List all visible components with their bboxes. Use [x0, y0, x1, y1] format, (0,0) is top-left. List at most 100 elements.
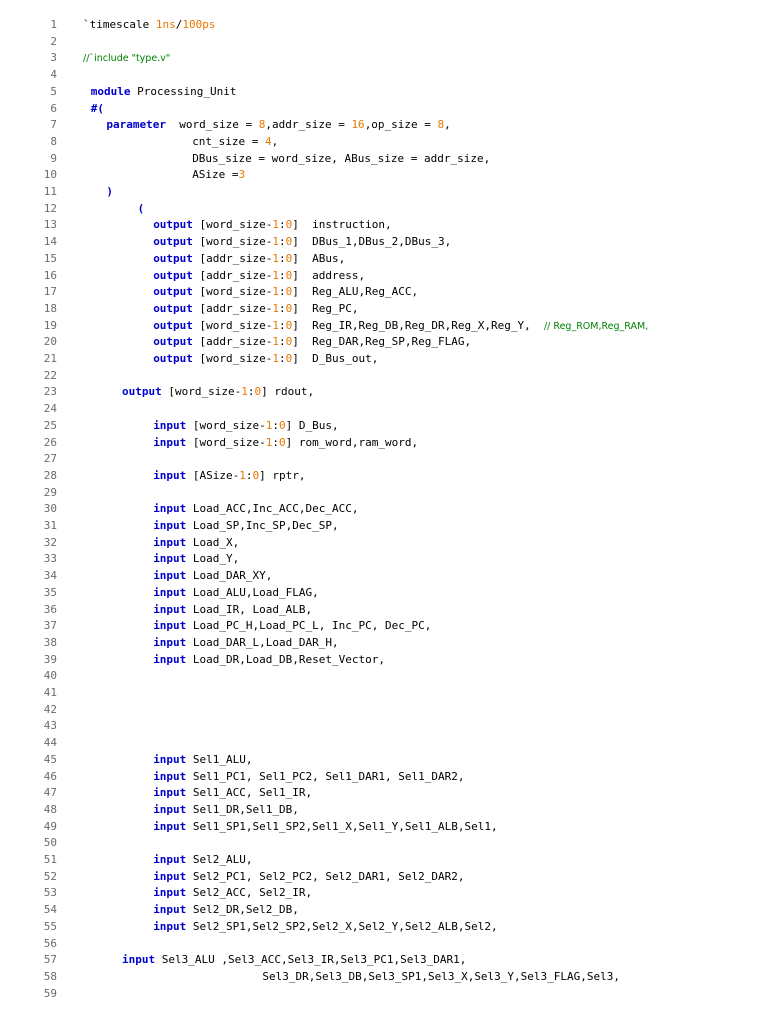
line-number: 23 — [43, 385, 57, 399]
code-token: ] address, — [292, 268, 366, 282]
comment-token: //`include "type.v" — [83, 53, 171, 65]
code-token: : — [279, 268, 286, 282]
line-number: 56 — [43, 936, 57, 950]
line-number: 26 — [43, 435, 57, 449]
code-line: 59 — [0, 986, 768, 1003]
line-code: input Sel1_ACC, Sel1_IR, — [153, 785, 312, 802]
line-code: output [word_size-1:0] DBus_1,DBus_2,DBu… — [153, 234, 451, 251]
line-code: module Processing_Unit — [91, 84, 237, 101]
line-code: input Sel1_ALU, — [153, 752, 252, 769]
keyword-token: input — [153, 886, 187, 900]
keyword-token: input — [153, 435, 187, 449]
code-line: 25 input [word_size-1:0] D_Bus, — [0, 418, 768, 435]
line-number: 24 — [43, 402, 57, 416]
code-line: 32 input Load_X, — [0, 535, 768, 552]
code-line: 50 — [0, 835, 768, 852]
line-code: input Load_PC_H,Load_PC_L, Inc_PC, Dec_P… — [153, 618, 431, 635]
number-token: 100ps — [182, 18, 216, 31]
code-line: 14 output [word_size-1:0] DBus_1,DBus_2,D… — [0, 234, 768, 251]
code-token: `timescale — [83, 18, 156, 31]
code-line: 20 output [addr_size-1:0] Reg_DAR,Reg_SP,… — [0, 334, 768, 351]
line-code: output [word_size-1:0] rdout, — [122, 384, 314, 401]
code-line: 19 output [word_size-1:0] Reg_IR,Reg_DB,R… — [0, 318, 768, 335]
line-code: input Sel3_ALU ,Sel3_ACC,Sel3_IR,Sel3_PC… — [122, 952, 466, 969]
line-code: input Sel2_DR,Sel2_DB, — [153, 902, 299, 919]
code-token: ] Reg_PC, — [292, 301, 359, 315]
code-line: 10 ASize =3 — [0, 167, 768, 184]
number-token: 1 — [241, 385, 248, 399]
code-token: Load_ALU,Load_FLAG, — [186, 585, 319, 599]
line-code: input Load_DAR_XY, — [153, 568, 272, 585]
code-token: Sel1_DR,Sel1_DB, — [186, 802, 299, 816]
code-token: Load_SP,Inc_SP,Dec_SP, — [186, 519, 339, 532]
code-line: 2 — [0, 34, 768, 51]
code-line: 55 input Sel2_SP1,Sel2_SP2,Sel2_X,Sel2_Y,… — [0, 919, 768, 936]
code-token: ,op_size = — [364, 118, 438, 132]
code-token: Sel1_PC1, Sel1_PC2, Sel1_DAR1, Sel1_DAR2… — [186, 769, 465, 783]
code-line: 45 input Sel1_ALU, — [0, 752, 768, 769]
line-code: input Sel1_SP1,Sel1_SP2,Sel1_X,Sel1_Y,Se… — [153, 819, 497, 836]
code-token: Load_PC_H,Load_PC_L, Inc_PC, Dec_PC, — [186, 619, 432, 633]
line-code: DBus_size = word_size, ABus_size = addr_… — [192, 151, 490, 168]
code-token: Load_DR,Load_DB,Reset_Vector, — [186, 652, 385, 666]
code-editor[interactable]: 1 `timescale 1ns/100ps 2 3//`include "type.… — [0, 0, 768, 1024]
code-line: 15 output [addr_size-1:0] ABus, — [0, 251, 768, 268]
code-line: 39 input Load_DR,Load_DB,Reset_Vector, — [0, 652, 768, 669]
keyword-token: output — [153, 285, 193, 299]
line-code: //`include "type.v" — [83, 50, 170, 68]
keyword-token: input — [153, 468, 187, 482]
line-code: output [word_size-1:0] Reg_ALU,Reg_ACC, — [153, 284, 418, 301]
code-token: ASize = — [192, 168, 239, 182]
code-token: : — [279, 335, 286, 349]
number-token: 3 — [238, 168, 246, 182]
code-token: [addr_size- — [192, 301, 273, 315]
keyword-token: input — [153, 585, 187, 599]
keyword-token: output — [153, 218, 193, 232]
line-number: 47 — [43, 786, 57, 800]
line-number: 42 — [43, 702, 57, 716]
keyword-token: output — [153, 235, 193, 249]
number-token: 1 — [239, 468, 246, 482]
keyword-token: input — [153, 819, 187, 833]
line-code: input Sel2_ACC, Sel2_IR, — [153, 885, 312, 902]
line-code: input Sel1_DR,Sel1_DB, — [153, 802, 299, 819]
code-token: Sel3_ALU ,Sel3_ACC,Sel3_IR,Sel3_PC1,Sel3… — [155, 953, 467, 967]
code-line: 27 — [0, 451, 768, 468]
line-number: 58 — [43, 969, 57, 983]
code-line: 6 #( — [0, 101, 768, 118]
line-code: input Load_SP,Inc_SP,Dec_SP, — [153, 518, 338, 535]
code-token: [addr_size- — [192, 335, 273, 349]
line-code: Sel3_DR,Sel3_DB,Sel3_SP1,Sel3_X,Sel3_Y,S… — [262, 969, 620, 986]
line-number: 3 — [50, 51, 57, 65]
code-token: : — [279, 235, 286, 249]
keyword-token: output — [153, 268, 193, 282]
line-number: 34 — [43, 569, 57, 583]
keyword-token: input — [153, 786, 187, 800]
keyword-token: output — [153, 301, 193, 315]
number-token: 0 — [279, 418, 286, 432]
line-number: 20 — [43, 335, 57, 349]
code-line: 11) — [0, 184, 768, 201]
keyword-token: input — [153, 769, 187, 783]
line-code: input Load_DR,Load_DB,Reset_Vector, — [153, 652, 385, 669]
line-number: 52 — [43, 869, 57, 883]
line-number: 45 — [43, 752, 57, 766]
code-token: [word_size- — [192, 352, 273, 365]
code-token: Sel2_DR,Sel2_DB, — [186, 903, 299, 917]
code-token: Load_DAR_L,Load_DAR_H, — [186, 635, 339, 649]
keyword-token: input — [153, 602, 187, 616]
number-token: 16 — [351, 118, 365, 132]
line-number: 6 — [50, 101, 57, 115]
keyword-token: input — [153, 903, 187, 917]
line-code: input Load_DAR_L,Load_DAR_H, — [153, 635, 338, 652]
line-code: input Load_Y, — [153, 551, 239, 568]
code-token: ] ABus, — [292, 251, 346, 265]
code-line: 54 input Sel2_DR,Sel2_DB, — [0, 902, 768, 919]
keyword-token: parameter — [106, 118, 166, 132]
code-line: 23 output [word_size-1:0] rdout, — [0, 384, 768, 401]
code-token: Load_X, — [186, 535, 240, 549]
line-number: 25 — [43, 418, 57, 432]
line-code: ( — [138, 201, 145, 218]
code-token: , — [271, 134, 279, 148]
number-token: 4 — [265, 134, 272, 148]
